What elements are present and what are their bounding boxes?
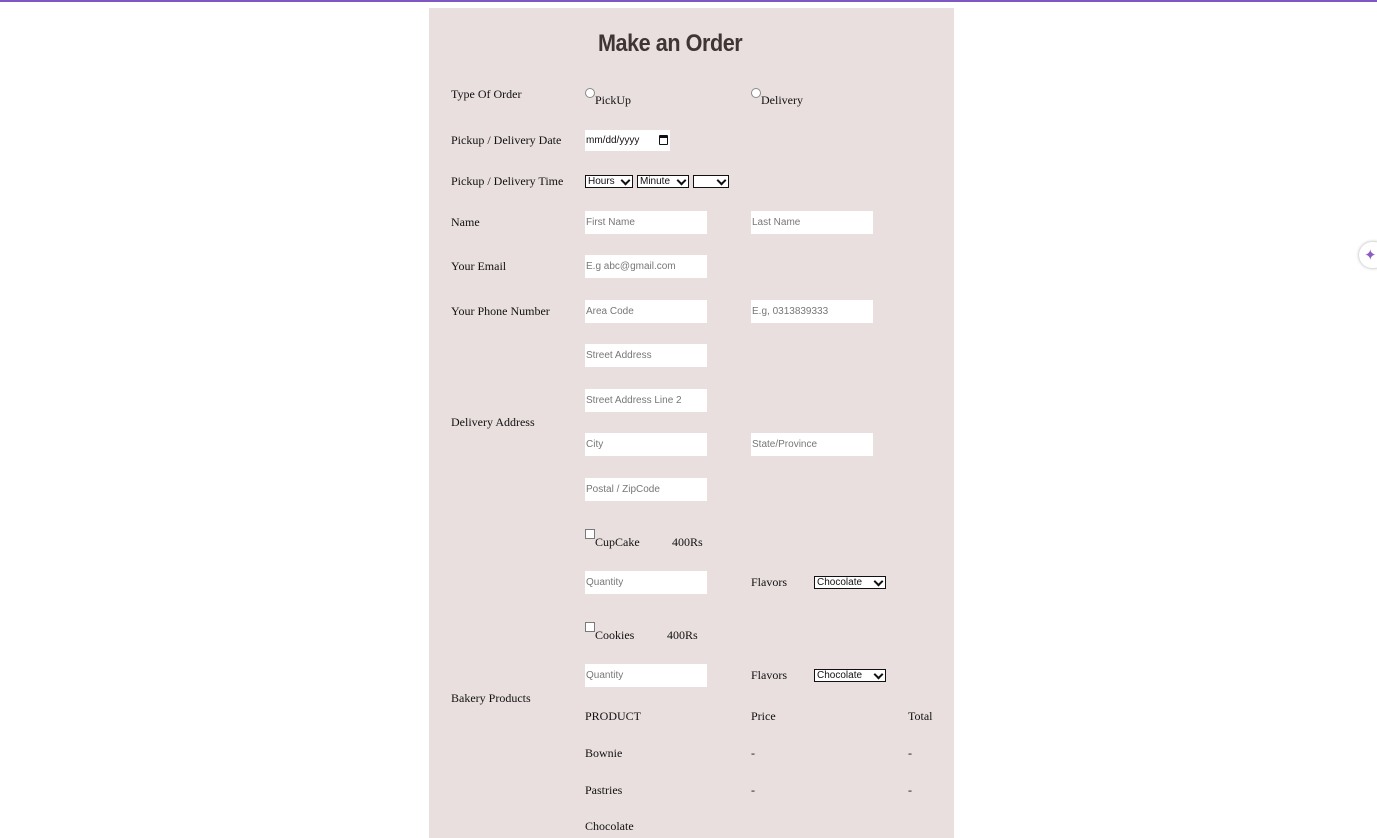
area-code-input[interactable]: [585, 300, 707, 323]
sparkle-icon: ✦: [1364, 246, 1377, 264]
first-name-input[interactable]: [585, 211, 707, 234]
top-accent-bar: [0, 0, 1377, 2]
table-row-total: -: [908, 783, 912, 797]
table-header-price: Price: [751, 709, 776, 723]
street-address-2-input[interactable]: [585, 389, 707, 412]
city-input[interactable]: [585, 433, 707, 456]
table-row-product: Chocolate: [585, 819, 634, 833]
cupcake-price: 400Rs: [672, 535, 703, 549]
table-row-product: Pastries: [585, 783, 623, 797]
email-label: Your Email: [451, 259, 507, 273]
table-row-price: -: [751, 746, 755, 760]
chevron-down-icon: [676, 175, 687, 186]
bakery-products-label: Bakery Products: [451, 691, 531, 705]
hours-select-value: Hours: [588, 176, 615, 187]
ampm-select[interactable]: [693, 175, 729, 188]
delivery-radio-label: Delivery: [761, 93, 803, 107]
cookies-flavor-select[interactable]: Chocolate: [814, 669, 886, 682]
cupcake-flavors-label: Flavors: [751, 575, 787, 589]
order-type-label: Type Of Order: [451, 87, 522, 101]
cupcake-checkbox[interactable]: [585, 529, 595, 539]
date-label: Pickup / Delivery Date: [451, 133, 562, 147]
date-input-value: mm/dd/yyyy: [586, 135, 640, 146]
ai-assistant-button[interactable]: ✦: [1359, 242, 1377, 268]
delivery-radio[interactable]: [751, 88, 761, 98]
phone-label: Your Phone Number: [451, 304, 550, 318]
phone-number-input[interactable]: [751, 300, 873, 323]
chevron-down-icon: [873, 576, 884, 587]
cookies-label: Cookies: [595, 628, 635, 642]
table-header-total: Total: [908, 709, 933, 723]
last-name-input[interactable]: [751, 211, 873, 234]
email-input[interactable]: [585, 255, 707, 278]
table-row-price: -: [751, 783, 755, 797]
street-address-input[interactable]: [585, 344, 707, 367]
hours-select[interactable]: Hours: [585, 175, 633, 188]
cookies-price: 400Rs: [667, 628, 698, 642]
state-input[interactable]: [751, 433, 873, 456]
date-input[interactable]: mm/dd/yyyy: [585, 130, 670, 151]
delivery-address-label: Delivery Address: [451, 415, 535, 429]
cookies-checkbox[interactable]: [585, 622, 595, 632]
table-header-product: PRODUCT: [585, 709, 642, 723]
chevron-down-icon: [620, 175, 631, 186]
name-label: Name: [451, 215, 480, 229]
postal-code-input[interactable]: [585, 478, 707, 501]
minute-select[interactable]: Minute: [637, 175, 689, 188]
cupcake-flavor-value: Chocolate: [817, 577, 863, 588]
table-row-product: Bownie: [585, 746, 623, 760]
table-row-total: -: [908, 746, 912, 760]
minute-select-value: Minute: [640, 176, 671, 187]
calendar-icon[interactable]: [659, 135, 668, 145]
cookies-quantity-input[interactable]: [585, 664, 707, 687]
cookies-flavor-value: Chocolate: [817, 670, 863, 681]
pickup-radio-label: PickUp: [595, 93, 631, 107]
pickup-radio[interactable]: [585, 88, 595, 98]
chevron-down-icon: [873, 669, 884, 680]
cookies-flavors-label: Flavors: [751, 668, 787, 682]
cupcake-flavor-select[interactable]: Chocolate: [814, 576, 886, 589]
page-title: Make an Order: [598, 30, 743, 57]
time-label: Pickup / Delivery Time: [451, 174, 564, 188]
chevron-down-icon: [716, 175, 727, 186]
cupcake-label: CupCake: [595, 535, 640, 549]
cupcake-quantity-input[interactable]: [585, 571, 707, 594]
